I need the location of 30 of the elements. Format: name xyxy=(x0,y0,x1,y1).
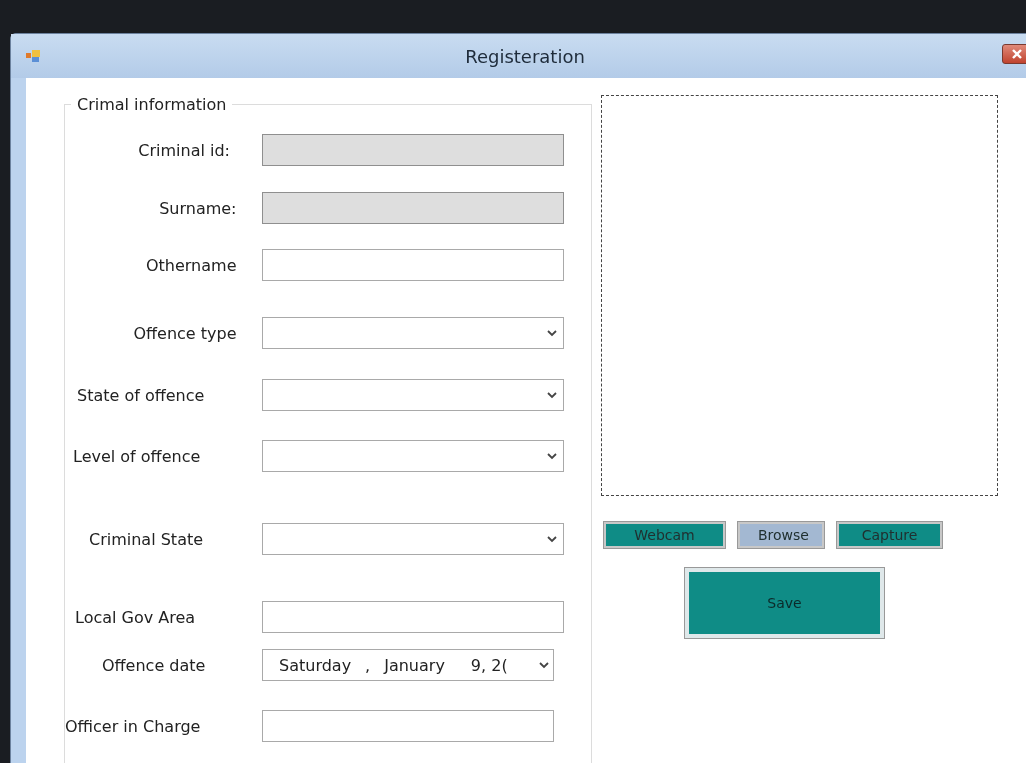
field-label: Offence date xyxy=(102,655,206,675)
date-part: , xyxy=(365,655,371,675)
photo-button[interactable]: Webcam xyxy=(604,522,725,548)
date-part: 9, 2( xyxy=(470,655,508,675)
window-title: Registeration xyxy=(465,45,585,67)
close-button[interactable] xyxy=(1002,44,1026,64)
text-field[interactable] xyxy=(262,601,564,633)
field-label: Othername xyxy=(144,255,237,275)
photo-button[interactable]: Capture xyxy=(837,522,942,548)
field-label: Criminal State xyxy=(89,529,204,549)
text-field[interactable] xyxy=(262,710,554,742)
save-button[interactable]: Save xyxy=(685,568,884,638)
field-label: Local Gov Area xyxy=(75,607,196,627)
date-picker[interactable]: Saturday , January 9, 2( xyxy=(262,649,554,681)
app-icon xyxy=(26,50,40,62)
field-label: Officer in Charge xyxy=(65,716,201,736)
text-field[interactable] xyxy=(262,249,564,281)
dropdown[interactable] xyxy=(262,523,564,555)
dropdown[interactable] xyxy=(262,379,564,411)
field-label: Level of offence xyxy=(73,446,201,466)
date-part: Saturday xyxy=(279,655,352,675)
field-label: State of offence xyxy=(77,385,205,405)
field-label: Offence type xyxy=(132,323,237,343)
dropdown[interactable] xyxy=(262,317,564,349)
dropdown[interactable] xyxy=(262,440,564,472)
field-label: Surname: xyxy=(158,198,237,218)
photo-button[interactable]: Browse xyxy=(738,522,824,548)
date-part: January xyxy=(384,655,445,675)
field-label: Criminal id: xyxy=(137,140,230,160)
close-icon xyxy=(1012,49,1022,59)
